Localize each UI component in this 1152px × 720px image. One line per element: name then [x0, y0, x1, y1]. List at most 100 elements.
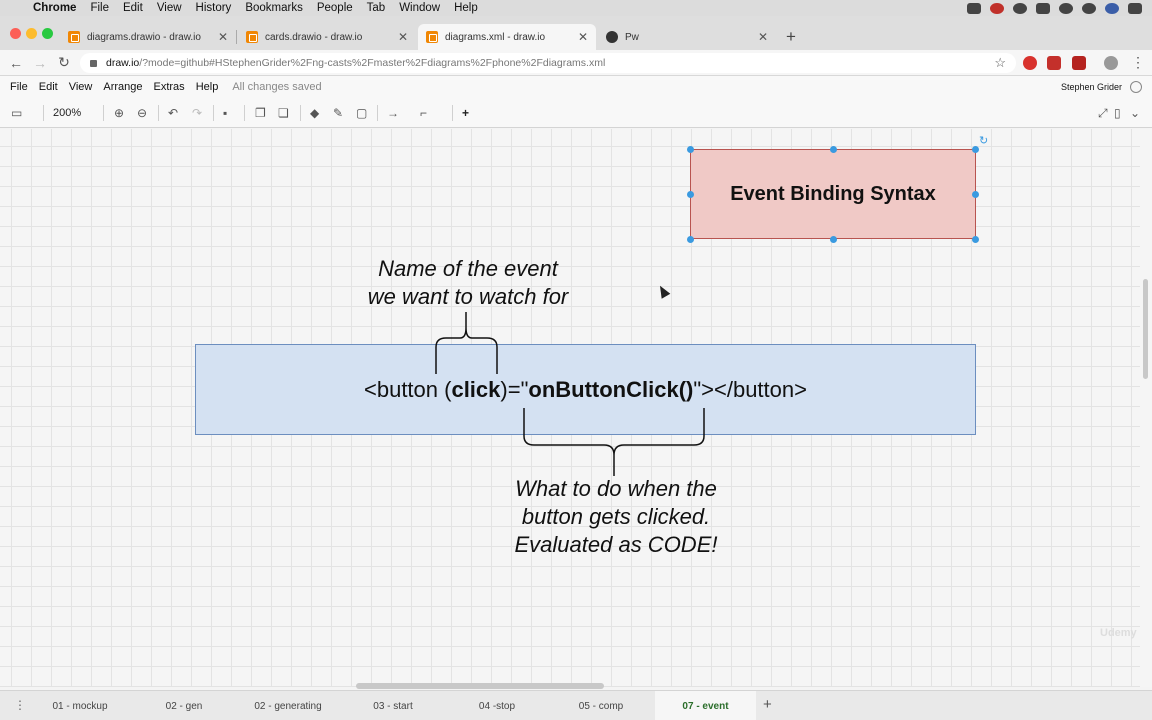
to-back-icon[interactable]: ❏ — [278, 106, 289, 120]
reload-icon[interactable]: ↻ — [52, 54, 76, 71]
redo-icon[interactable]: ↷ — [192, 106, 202, 120]
url-host: draw.io — [106, 57, 140, 69]
menubar-item-view[interactable]: View — [150, 2, 189, 14]
drawio-menu-help[interactable]: Help — [196, 81, 219, 93]
connection-icon[interactable]: → — [387, 106, 399, 120]
user-name[interactable]: Stephen Grider — [1061, 82, 1122, 92]
forward-icon[interactable]: → — [28, 55, 52, 71]
tab-close-icon[interactable]: ✕ — [398, 30, 408, 44]
window-minimize-button[interactable] — [26, 28, 37, 39]
zoom-out-icon[interactable]: ⊖ — [137, 106, 147, 120]
url-path: /?mode=github#HStephenGrider%2Fng-casts%… — [139, 57, 606, 69]
drawio-favicon-icon — [246, 31, 258, 43]
page-tab[interactable]: 04 -stop — [446, 691, 548, 720]
browser-tab-active[interactable]: diagrams.xml - draw.io ✕ — [418, 24, 596, 50]
tab-title: diagrams.drawio - draw.io — [87, 31, 201, 43]
browser-tab[interactable]: cards.drawio - draw.io ✕ — [238, 24, 416, 50]
page-tab[interactable]: 05 - comp — [550, 691, 652, 720]
tab-close-icon[interactable]: ✕ — [578, 30, 588, 44]
horizontal-scrollbar[interactable] — [356, 683, 604, 689]
profile-avatar[interactable] — [1104, 56, 1118, 70]
shadow-icon[interactable]: ▢ — [356, 106, 367, 120]
new-tab-icon[interactable]: + — [786, 27, 796, 47]
battery-icon[interactable] — [1036, 2, 1050, 14]
page-tab[interactable]: 01 - mockup — [30, 691, 130, 720]
window-zoom-button[interactable] — [42, 28, 53, 39]
menubar-item-file[interactable]: File — [83, 2, 116, 14]
drawio-favicon-icon — [68, 31, 80, 43]
drawio-menu-arrange[interactable]: Arrange — [103, 81, 142, 93]
tab-title: Pw — [625, 31, 639, 43]
tab-close-icon[interactable]: ✕ — [758, 30, 768, 44]
wifi-icon[interactable] — [1059, 2, 1073, 14]
window-close-button[interactable] — [10, 28, 21, 39]
collapse-icon[interactable]: ⌄ — [1130, 106, 1140, 120]
menubar-item-bookmarks[interactable]: Bookmarks — [238, 2, 310, 14]
control-center-icon[interactable] — [1128, 2, 1142, 14]
plus-icon[interactable]: + — [462, 106, 469, 120]
extension-icon[interactable] — [1047, 56, 1061, 70]
menubar-item-tab[interactable]: Tab — [360, 2, 393, 14]
zoom-in-icon[interactable]: ⊕ — [114, 106, 124, 120]
annotation-line: What to do when the — [515, 476, 717, 501]
vertical-scrollbar[interactable] — [1140, 129, 1152, 687]
siri-icon[interactable] — [1105, 2, 1119, 14]
page-tab[interactable]: 03 - start — [342, 691, 444, 720]
drawio-menu-edit[interactable]: Edit — [39, 81, 58, 93]
globe-icon[interactable] — [1130, 81, 1142, 93]
drawio-menubar: File Edit View Arrange Extras Help All c… — [0, 76, 1152, 98]
drawio-menu-view[interactable]: View — [69, 81, 93, 93]
ublock-extension-icon[interactable] — [1072, 56, 1086, 70]
annotation-line: button gets clicked. — [521, 504, 711, 529]
top-brace — [435, 312, 498, 374]
save-status: All changes saved — [232, 81, 322, 93]
lock-icon — [90, 59, 97, 67]
zoom-select[interactable]: 200% — [53, 107, 81, 119]
fill-color-icon[interactable]: ◆ — [310, 106, 319, 120]
undo-icon[interactable]: ↶ — [168, 106, 178, 120]
menubar-item-edit[interactable]: Edit — [116, 2, 150, 14]
back-icon[interactable]: ← — [4, 55, 28, 71]
drawio-menu-extras[interactable]: Extras — [154, 81, 185, 93]
page-tabs: ⋮ 01 - mockup 02 - gen 02 - generating 0… — [0, 690, 1152, 720]
menubar-item-history[interactable]: History — [189, 2, 239, 14]
menubar-item-window[interactable]: Window — [392, 2, 447, 14]
page-tab[interactable]: 02 - generating — [238, 691, 338, 720]
cloud-icon[interactable] — [967, 2, 981, 14]
page-tab[interactable]: 02 - gen — [134, 691, 234, 720]
handler-annotation[interactable]: What to do when the button gets clicked.… — [476, 475, 756, 559]
add-page-icon[interactable]: + — [763, 696, 772, 713]
drawio-toolbar: ▭ 200% ⊕ ⊖ ↶ ↷ ▪ ❐ ❏ ◆ ✎ ▢ → ⌐ + ⤢ ▯ ⌄ — [0, 98, 1152, 128]
split-icon[interactable]: ▯ — [1114, 106, 1121, 120]
angular-favicon-icon — [606, 31, 618, 43]
format-panel-icon[interactable]: ▭ — [11, 106, 22, 120]
menubar-item-help[interactable]: Help — [447, 2, 485, 14]
drawing-canvas[interactable]: Event Binding Syntax ↻ Name of the event… — [0, 129, 1140, 687]
app-status-icon[interactable] — [990, 2, 1004, 14]
to-front-icon[interactable]: ❐ — [255, 106, 266, 120]
browser-menu-icon[interactable]: ⋮ — [1131, 54, 1145, 71]
menubar-app-name[interactable]: Chrome — [26, 2, 83, 14]
bottom-brace — [523, 408, 705, 476]
browser-tab[interactable]: diagrams.drawio - draw.io ✕ — [60, 24, 237, 50]
udemy-watermark-logo: Udemy — [1100, 627, 1137, 639]
drawio-menu-file[interactable]: File — [10, 81, 28, 93]
menubar-item-people[interactable]: People — [310, 2, 360, 14]
trash-icon[interactable]: ▪ — [223, 106, 227, 120]
search-icon[interactable] — [1082, 2, 1096, 14]
address-bar: ← → ↻ draw.io /?mode=github#HStephenGrid… — [0, 50, 1152, 76]
waypoints-icon[interactable]: ⌐ — [420, 106, 427, 120]
browser-tab[interactable]: Pw ✕ — [598, 24, 776, 50]
pages-menu-icon[interactable]: ⋮ — [14, 698, 26, 712]
opera-extension-icon[interactable] — [1023, 56, 1037, 70]
brace-connectors — [435, 312, 705, 476]
line-color-icon[interactable]: ✎ — [333, 106, 343, 120]
tab-close-icon[interactable]: ✕ — [218, 30, 228, 44]
url-field[interactable]: draw.io /?mode=github#HStephenGrider%2Fn… — [80, 53, 1016, 73]
bookmark-star-icon[interactable]: ☆ — [994, 55, 1006, 71]
page-tab-active[interactable]: 07 - event — [655, 691, 756, 720]
glasses-icon[interactable] — [1013, 2, 1027, 14]
macos-menubar: Chrome File Edit View History Bookmarks … — [0, 0, 1152, 16]
drawio-favicon-icon — [426, 31, 438, 43]
fullscreen-icon[interactable]: ⤢ — [1098, 106, 1108, 121]
